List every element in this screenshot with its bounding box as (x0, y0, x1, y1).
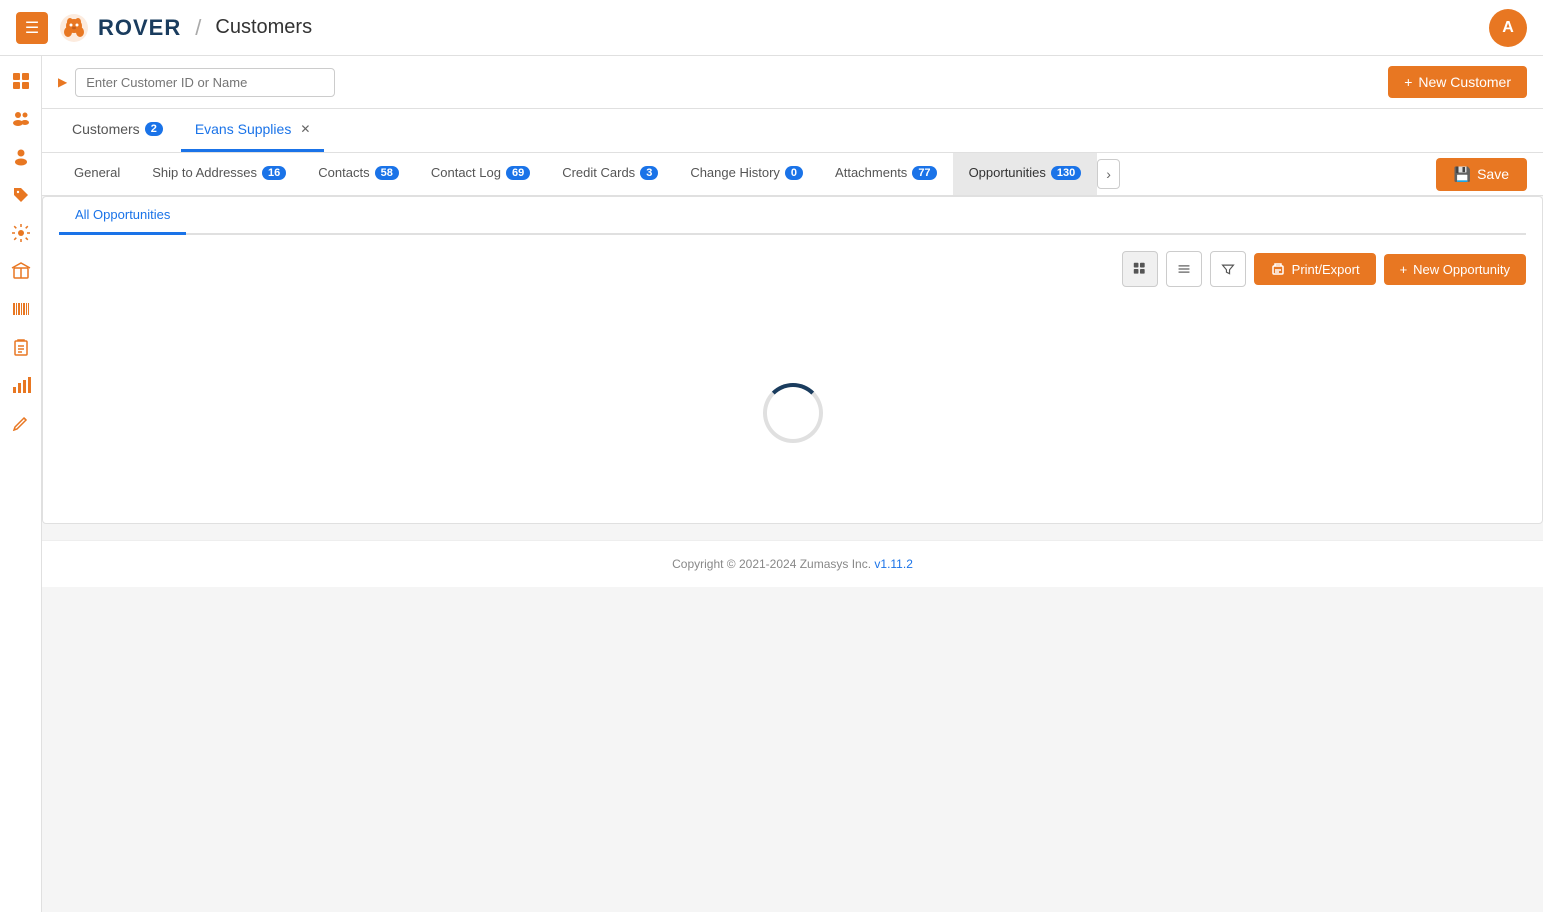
footer: Copyright © 2021-2024 Zumasys Inc. v1.11… (42, 540, 1543, 587)
new-customer-button[interactable]: + New Customer (1388, 66, 1527, 98)
inner-tab-general[interactable]: General (58, 153, 136, 195)
tabs-scroll-right-button[interactable]: › (1097, 159, 1120, 189)
credit-cards-badge: 3 (640, 166, 658, 180)
sidebar (0, 56, 42, 912)
loading-spinner (763, 383, 823, 443)
logo-area: ROVER / Customers (58, 12, 312, 44)
rover-logo-icon (58, 12, 90, 44)
breadcrumb-separator: / (195, 15, 201, 41)
filter-button[interactable] (1210, 251, 1246, 287)
hamburger-button[interactable]: ☰ (16, 12, 48, 44)
search-bar-area: ▶ + New Customer (42, 56, 1543, 109)
attachments-badge: 77 (912, 166, 936, 180)
user-avatar[interactable]: A (1489, 9, 1527, 47)
app-name: ROVER (98, 15, 181, 41)
new-customer-plus-icon: + (1404, 74, 1412, 90)
inner-tab-attachments[interactable]: Attachments 77 (819, 153, 953, 195)
customers-tab-badge: 2 (145, 122, 163, 136)
sub-tabs-area: All Opportunities (43, 197, 1542, 235)
sub-tab-bar: All Opportunities (59, 197, 1526, 235)
new-opportunity-button[interactable]: + New Opportunity (1384, 254, 1526, 285)
sidebar-icon-gear[interactable] (4, 216, 38, 250)
sidebar-icon-people[interactable] (4, 102, 38, 136)
inner-tabs-container: General Ship to Addresses 16 Contacts 58… (42, 153, 1543, 196)
new-opp-plus-icon: + (1400, 262, 1408, 277)
ship-to-badge: 16 (262, 166, 286, 180)
breadcrumb-page: Customers (215, 16, 312, 39)
customer-tabs-container: Customers 2 Evans Supplies ✕ (42, 109, 1543, 153)
sidebar-icon-chart[interactable] (4, 368, 38, 402)
save-button[interactable]: 💾 Save (1436, 158, 1527, 191)
sidebar-icon-pencil[interactable] (4, 406, 38, 440)
footer-version-link[interactable]: v1.11.2 (874, 557, 912, 571)
footer-copyright: Copyright © 2021-2024 Zumasys Inc. (672, 557, 871, 571)
sidebar-icon-grid[interactable] (4, 64, 38, 98)
sidebar-icon-box[interactable] (4, 254, 38, 288)
inner-tab-opportunities[interactable]: Opportunities 130 (953, 153, 1098, 195)
content-panel: All Opportunities (42, 196, 1543, 524)
print-export-button[interactable]: Print/Export (1254, 253, 1376, 285)
inner-tab-contacts[interactable]: Contacts 58 (302, 153, 415, 195)
opportunities-badge: 130 (1051, 166, 1081, 180)
customer-search-input[interactable] (75, 68, 335, 97)
inner-tab-credit-cards[interactable]: Credit Cards 3 (546, 153, 674, 195)
content-toolbar: Print/Export + New Opportunity (43, 251, 1542, 287)
print-export-label: Print/Export (1292, 262, 1360, 277)
inner-tab-contact-log[interactable]: Contact Log 69 (415, 153, 546, 195)
tab-evans-supplies[interactable]: Evans Supplies ✕ (181, 109, 325, 152)
contacts-badge: 58 (375, 166, 399, 180)
sidebar-icon-clipboard[interactable] (4, 330, 38, 364)
top-header: ☰ ROVER / Customers A (0, 0, 1543, 56)
change-history-badge: 0 (785, 166, 803, 180)
contact-log-badge: 69 (506, 166, 530, 180)
sidebar-icon-barcode[interactable] (4, 292, 38, 326)
main-content: ▶ + New Customer Customers 2 Evans Suppl… (42, 56, 1543, 912)
sub-tab-all-opportunities[interactable]: All Opportunities (59, 197, 186, 235)
inner-tab-ship-to-addresses[interactable]: Ship to Addresses 16 (136, 153, 302, 195)
tab-close-icon[interactable]: ✕ (300, 122, 310, 136)
list-view-button[interactable] (1166, 251, 1202, 287)
sidebar-icon-tag[interactable] (4, 178, 38, 212)
search-arrow-icon[interactable]: ▶ (58, 75, 67, 89)
grid-view-button[interactable] (1122, 251, 1158, 287)
save-icon: 💾 (1454, 166, 1471, 183)
tab-customers[interactable]: Customers 2 (58, 109, 177, 152)
sidebar-icon-person[interactable] (4, 140, 38, 174)
inner-tab-change-history[interactable]: Change History 0 (674, 153, 819, 195)
loading-area (43, 303, 1542, 523)
